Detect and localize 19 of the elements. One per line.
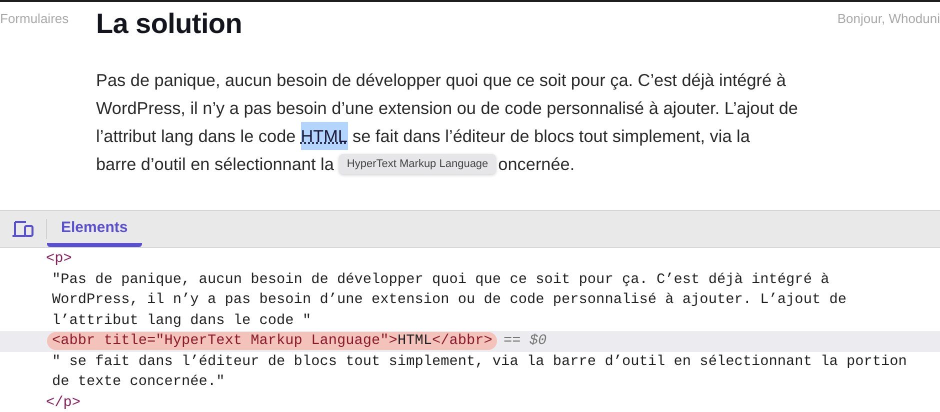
code-text: "Pas de panique, aucun besoin de développer quoi que ce soit pour ça. C’est déjà intégré à WordPress, il n’y a pas besoin d’une extension ou de code personnalisé à ajouter. L’ajout de l’attribut lang dans le code ": [52, 272, 846, 328]
code-text: " se fait dans l’éditeur de blocs tout simplement, via la barre d’outil en sélectionnant la portion de texte concernée.": [52, 354, 907, 390]
element-node[interactable]: <abbr title="HyperText Markup Language">HTML</abbr>: [47, 332, 498, 350]
selected-row[interactable]: <abbr title="HyperText Markup Language">HTML</abbr> == $0: [0, 331, 940, 352]
section-heading: La solution: [96, 7, 244, 40]
code-tag[interactable]: </p>: [46, 394, 81, 410]
paragraph-text: se fait dans l’éditeur de blocs tout simplement, via la: [352, 125, 750, 148]
panel-tab[interactable]: Elements: [47, 211, 142, 247]
paragraph-text: oncernée.: [498, 153, 575, 176]
paragraph-text: barre d’outil en sélectionnant la: [96, 153, 334, 176]
greeting-text: Bonjour, Whoduni: [837, 10, 940, 26]
paragraph-text: WordPress, il n’y a pas besoin d’une extension ou de code personnalisé à ajouter. L’ajout de: [96, 97, 798, 120]
tooltip: HyperText Markup Language: [338, 154, 496, 174]
abbreviation[interactable]: HTML: [300, 122, 348, 150]
paragraph-text: l’attribut lang dans le code: [96, 125, 296, 148]
devices-icon[interactable]: [12, 221, 34, 237]
paragraph-text: Pas de panique, aucun besoin de développer quoi que ce soit pour ça. C’est déjà intégré à: [96, 69, 786, 92]
code-tag[interactable]: <p>: [46, 251, 72, 267]
console-reference: == $0: [503, 333, 547, 349]
